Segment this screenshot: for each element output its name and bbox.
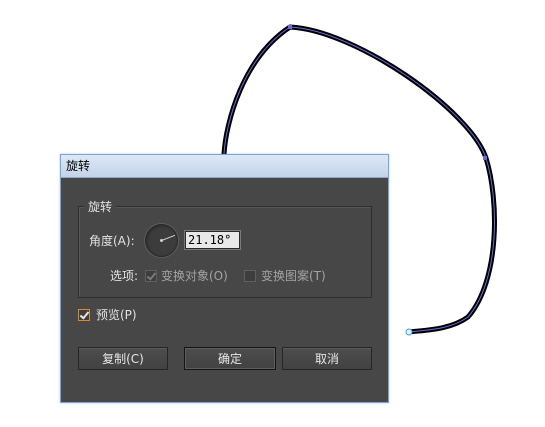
preview-label[interactable]: 预览(P) [96,307,137,323]
angle-dial-needle [160,234,176,242]
transform-objects-checkbox[interactable] [145,270,157,282]
anchor-point[interactable] [483,156,487,160]
dialog-titlebar[interactable]: 旋转 [61,155,388,178]
anchor-point-selected[interactable] [405,328,413,336]
rotate-group [78,206,372,298]
copy-button[interactable]: 复制(C) [78,347,168,370]
ok-button[interactable]: 确定 [184,347,276,370]
anchor-point[interactable] [288,25,292,29]
options-label: 选项: [110,269,139,283]
transform-objects-label[interactable]: 变换对象(O) [161,268,228,284]
angle-label: 角度(A): [89,234,135,248]
transform-patterns-checkbox[interactable] [244,270,256,282]
transform-patterns-label[interactable]: 变换图案(T) [261,268,326,284]
angle-dial[interactable] [145,224,178,257]
cancel-button[interactable]: 取消 [282,347,372,370]
rotate-group-label: 旋转 [84,199,117,215]
preview-checkbox[interactable] [78,309,90,321]
dialog-title: 旋转 [66,159,91,173]
angle-input[interactable]: 21.18° [184,230,241,250]
